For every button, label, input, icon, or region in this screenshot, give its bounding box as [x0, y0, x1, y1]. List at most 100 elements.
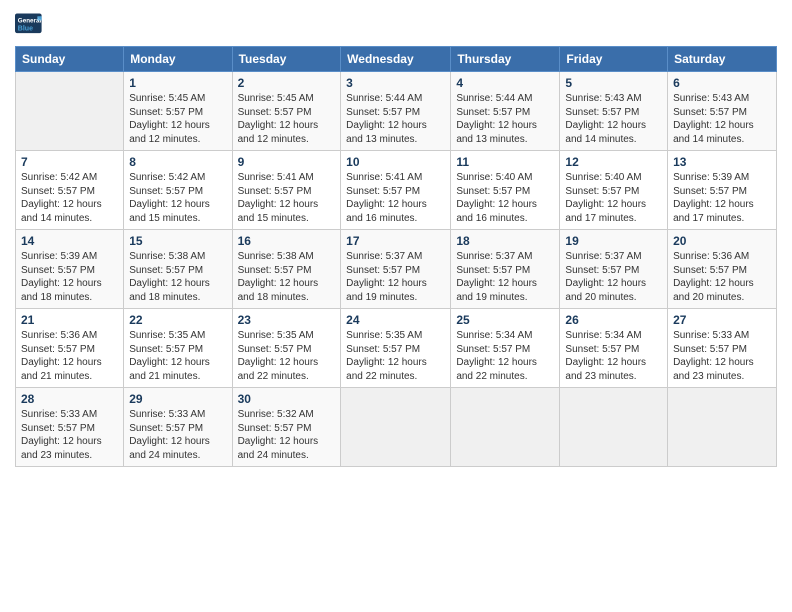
header: General Blue [15, 10, 777, 38]
day-details: Sunrise: 5:34 AMSunset: 5:57 PMDaylight:… [456, 329, 554, 383]
day-number: 14 [21, 234, 118, 248]
day-details: Sunrise: 5:35 AMSunset: 5:57 PMDaylight:… [238, 329, 336, 383]
day-number: 10 [346, 155, 445, 169]
day-details: Sunrise: 5:43 AMSunset: 5:57 PMDaylight:… [565, 92, 662, 146]
day-number: 23 [238, 313, 336, 327]
day-number: 3 [346, 76, 445, 90]
day-details: Sunrise: 5:37 AMSunset: 5:57 PMDaylight:… [456, 250, 554, 304]
day-number: 22 [129, 313, 226, 327]
day-number: 1 [129, 76, 226, 90]
calendar-cell [341, 388, 451, 467]
calendar-cell: 24 Sunrise: 5:35 AMSunset: 5:57 PMDayligh… [341, 309, 451, 388]
day-details: Sunrise: 5:36 AMSunset: 5:57 PMDaylight:… [21, 329, 118, 383]
day-details: Sunrise: 5:32 AMSunset: 5:57 PMDaylight:… [238, 408, 336, 462]
day-details: Sunrise: 5:40 AMSunset: 5:57 PMDaylight:… [565, 171, 662, 225]
calendar-cell: 30 Sunrise: 5:32 AMSunset: 5:57 PMDayligh… [232, 388, 341, 467]
day-number: 28 [21, 392, 118, 406]
day-details: Sunrise: 5:45 AMSunset: 5:57 PMDaylight:… [129, 92, 226, 146]
day-number: 2 [238, 76, 336, 90]
logo-icon: General Blue [15, 10, 43, 38]
calendar-cell: 21 Sunrise: 5:36 AMSunset: 5:57 PMDayligh… [16, 309, 124, 388]
logo: General Blue [15, 10, 45, 38]
day-details: Sunrise: 5:36 AMSunset: 5:57 PMDaylight:… [673, 250, 771, 304]
day-number: 26 [565, 313, 662, 327]
day-number: 16 [238, 234, 336, 248]
day-details: Sunrise: 5:40 AMSunset: 5:57 PMDaylight:… [456, 171, 554, 225]
day-details: Sunrise: 5:45 AMSunset: 5:57 PMDaylight:… [238, 92, 336, 146]
calendar-cell: 4Sunrise: 5:44 AMSunset: 5:57 PMDaylight… [451, 72, 560, 151]
day-details: Sunrise: 5:41 AMSunset: 5:57 PMDaylight:… [346, 171, 445, 225]
day-details: Sunrise: 5:34 AMSunset: 5:57 PMDaylight:… [565, 329, 662, 383]
calendar-cell: 9 Sunrise: 5:41 AMSunset: 5:57 PMDaylight… [232, 151, 341, 230]
svg-text:Blue: Blue [18, 25, 33, 32]
day-number: 9 [238, 155, 336, 169]
day-details: Sunrise: 5:35 AMSunset: 5:57 PMDaylight:… [346, 329, 445, 383]
day-details: Sunrise: 5:43 AMSunset: 5:57 PMDaylight:… [673, 92, 771, 146]
day-number: 11 [456, 155, 554, 169]
week-row-1: 1 Sunrise: 5:45 AMSunset: 5:57 PMDaylight… [16, 72, 777, 151]
calendar-cell: 12Sunrise: 5:40 AMSunset: 5:57 PMDayligh… [560, 151, 668, 230]
day-number: 17 [346, 234, 445, 248]
calendar-cell: 28 Sunrise: 5:33 AMSunset: 5:57 PMDayligh… [16, 388, 124, 467]
day-details: Sunrise: 5:41 AMSunset: 5:57 PMDaylight:… [238, 171, 336, 225]
week-row-3: 14 Sunrise: 5:39 AMSunset: 5:57 PMDayligh… [16, 230, 777, 309]
calendar-cell: 15 Sunrise: 5:38 AMSunset: 5:57 PMDayligh… [124, 230, 232, 309]
day-number: 19 [565, 234, 662, 248]
calendar-cell [560, 388, 668, 467]
calendar-cell: 14 Sunrise: 5:39 AMSunset: 5:57 PMDayligh… [16, 230, 124, 309]
day-details: Sunrise: 5:44 AMSunset: 5:57 PMDaylight:… [456, 92, 554, 146]
weekday-header-tuesday: Tuesday [232, 47, 341, 72]
day-details: Sunrise: 5:35 AMSunset: 5:57 PMDaylight:… [129, 329, 226, 383]
day-number: 25 [456, 313, 554, 327]
calendar-cell: 13 Sunrise: 5:39 AMSunset: 5:57 PMDayligh… [668, 151, 777, 230]
calendar-cell: 10 Sunrise: 5:41 AMSunset: 5:57 PMDayligh… [341, 151, 451, 230]
calendar-cell: 8 Sunrise: 5:42 AMSunset: 5:57 PMDaylight… [124, 151, 232, 230]
day-number: 5 [565, 76, 662, 90]
weekday-header-monday: Monday [124, 47, 232, 72]
calendar-cell: 25 Sunrise: 5:34 AMSunset: 5:57 PMDayligh… [451, 309, 560, 388]
calendar-cell: 23 Sunrise: 5:35 AMSunset: 5:57 PMDayligh… [232, 309, 341, 388]
weekday-header-thursday: Thursday [451, 47, 560, 72]
calendar-cell: 5 Sunrise: 5:43 AMSunset: 5:57 PMDaylight… [560, 72, 668, 151]
day-number: 29 [129, 392, 226, 406]
day-number: 18 [456, 234, 554, 248]
day-number: 27 [673, 313, 771, 327]
day-details: Sunrise: 5:42 AMSunset: 5:57 PMDaylight:… [129, 171, 226, 225]
day-details: Sunrise: 5:38 AMSunset: 5:57 PMDaylight:… [238, 250, 336, 304]
week-row-5: 28 Sunrise: 5:33 AMSunset: 5:57 PMDayligh… [16, 388, 777, 467]
day-number: 20 [673, 234, 771, 248]
day-details: Sunrise: 5:38 AMSunset: 5:57 PMDaylight:… [129, 250, 226, 304]
calendar-cell: 22 Sunrise: 5:35 AMSunset: 5:57 PMDayligh… [124, 309, 232, 388]
calendar-cell: 2 Sunrise: 5:45 AMSunset: 5:57 PMDaylight… [232, 72, 341, 151]
week-row-4: 21 Sunrise: 5:36 AMSunset: 5:57 PMDayligh… [16, 309, 777, 388]
day-details: Sunrise: 5:33 AMSunset: 5:57 PMDaylight:… [129, 408, 226, 462]
calendar-cell: 20 Sunrise: 5:36 AMSunset: 5:57 PMDayligh… [668, 230, 777, 309]
weekday-header-friday: Friday [560, 47, 668, 72]
calendar-cell: 3 Sunrise: 5:44 AMSunset: 5:57 PMDaylight… [341, 72, 451, 151]
page: General Blue SundayMondayTuesdayWednesda… [0, 0, 792, 612]
day-details: Sunrise: 5:33 AMSunset: 5:57 PMDaylight:… [21, 408, 118, 462]
calendar-cell: 11 Sunrise: 5:40 AMSunset: 5:57 PMDayligh… [451, 151, 560, 230]
day-number: 8 [129, 155, 226, 169]
day-details: Sunrise: 5:44 AMSunset: 5:57 PMDaylight:… [346, 92, 445, 146]
day-details: Sunrise: 5:37 AMSunset: 5:57 PMDaylight:… [346, 250, 445, 304]
day-details: Sunrise: 5:39 AMSunset: 5:57 PMDaylight:… [673, 171, 771, 225]
calendar-cell: 26 Sunrise: 5:34 AMSunset: 5:57 PMDayligh… [560, 309, 668, 388]
calendar-cell: 18 Sunrise: 5:37 AMSunset: 5:57 PMDayligh… [451, 230, 560, 309]
calendar-cell: 1 Sunrise: 5:45 AMSunset: 5:57 PMDaylight… [124, 72, 232, 151]
day-number: 15 [129, 234, 226, 248]
weekday-header-wednesday: Wednesday [341, 47, 451, 72]
calendar-cell: 16 Sunrise: 5:38 AMSunset: 5:57 PMDayligh… [232, 230, 341, 309]
day-number: 21 [21, 313, 118, 327]
day-details: Sunrise: 5:37 AMSunset: 5:57 PMDaylight:… [565, 250, 662, 304]
day-number: 24 [346, 313, 445, 327]
day-number: 6 [673, 76, 771, 90]
calendar-cell: 7Sunrise: 5:42 AMSunset: 5:57 PMDaylight… [16, 151, 124, 230]
calendar-table: SundayMondayTuesdayWednesdayThursdayFrid… [15, 46, 777, 467]
weekday-header-sunday: Sunday [16, 47, 124, 72]
calendar-cell: 6 Sunrise: 5:43 AMSunset: 5:57 PMDaylight… [668, 72, 777, 151]
calendar-cell: 17 Sunrise: 5:37 AMSunset: 5:57 PMDayligh… [341, 230, 451, 309]
day-number: 30 [238, 392, 336, 406]
day-number: 13 [673, 155, 771, 169]
day-details: Sunrise: 5:39 AMSunset: 5:57 PMDaylight:… [21, 250, 118, 304]
